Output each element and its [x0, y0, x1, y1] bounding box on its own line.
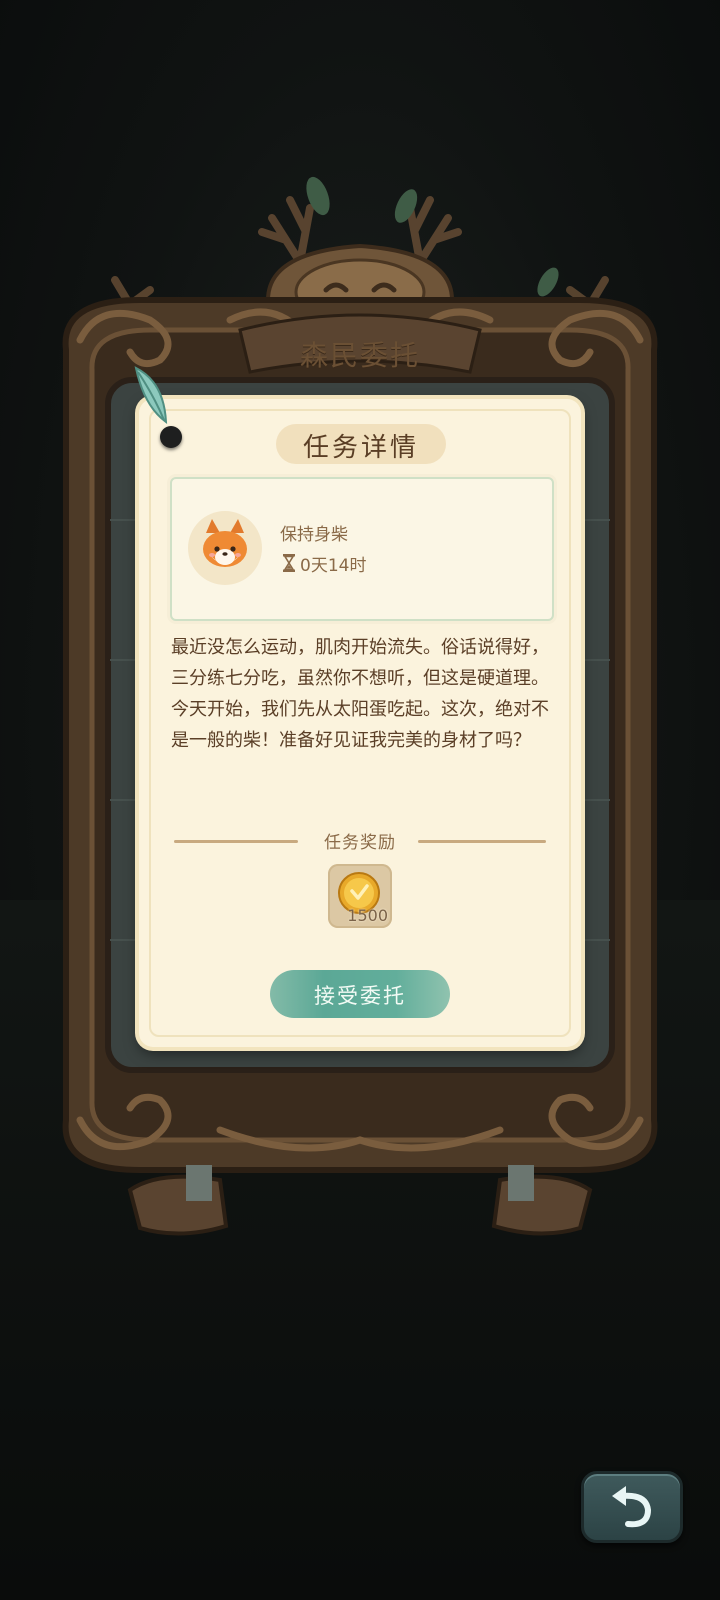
back-button[interactable] [581, 1471, 683, 1543]
game-screen: 森民委托 任务详情 保持身柴 0天14时 最近没怎么运动，肌肉开始流失。俗话说得… [0, 0, 720, 1600]
quest-time-remaining: 0天14时 [300, 556, 367, 576]
reward-divider-right [418, 840, 546, 843]
hourglass-icon [283, 554, 295, 572]
quest-description: 最近没怎么运动，肌肉开始流失。俗话说得好，三分练七分吃，虽然你不想听，但这是硬道… [171, 637, 549, 751]
pin-icon [160, 426, 182, 448]
reward-divider-left [174, 840, 298, 843]
shiba-dog-icon [203, 519, 247, 567]
quest-name: 保持身柴 [280, 525, 348, 545]
note-title: 任务详情 [302, 433, 419, 463]
quest-avatar [188, 511, 262, 585]
accept-quest-label: 接受委托 [314, 984, 406, 1008]
frame-title: 森民委托 [299, 339, 420, 372]
reward-quantity: 1500 [347, 906, 388, 925]
back-arrow-icon [612, 1486, 652, 1528]
reward-label: 任务奖励 [324, 833, 396, 853]
